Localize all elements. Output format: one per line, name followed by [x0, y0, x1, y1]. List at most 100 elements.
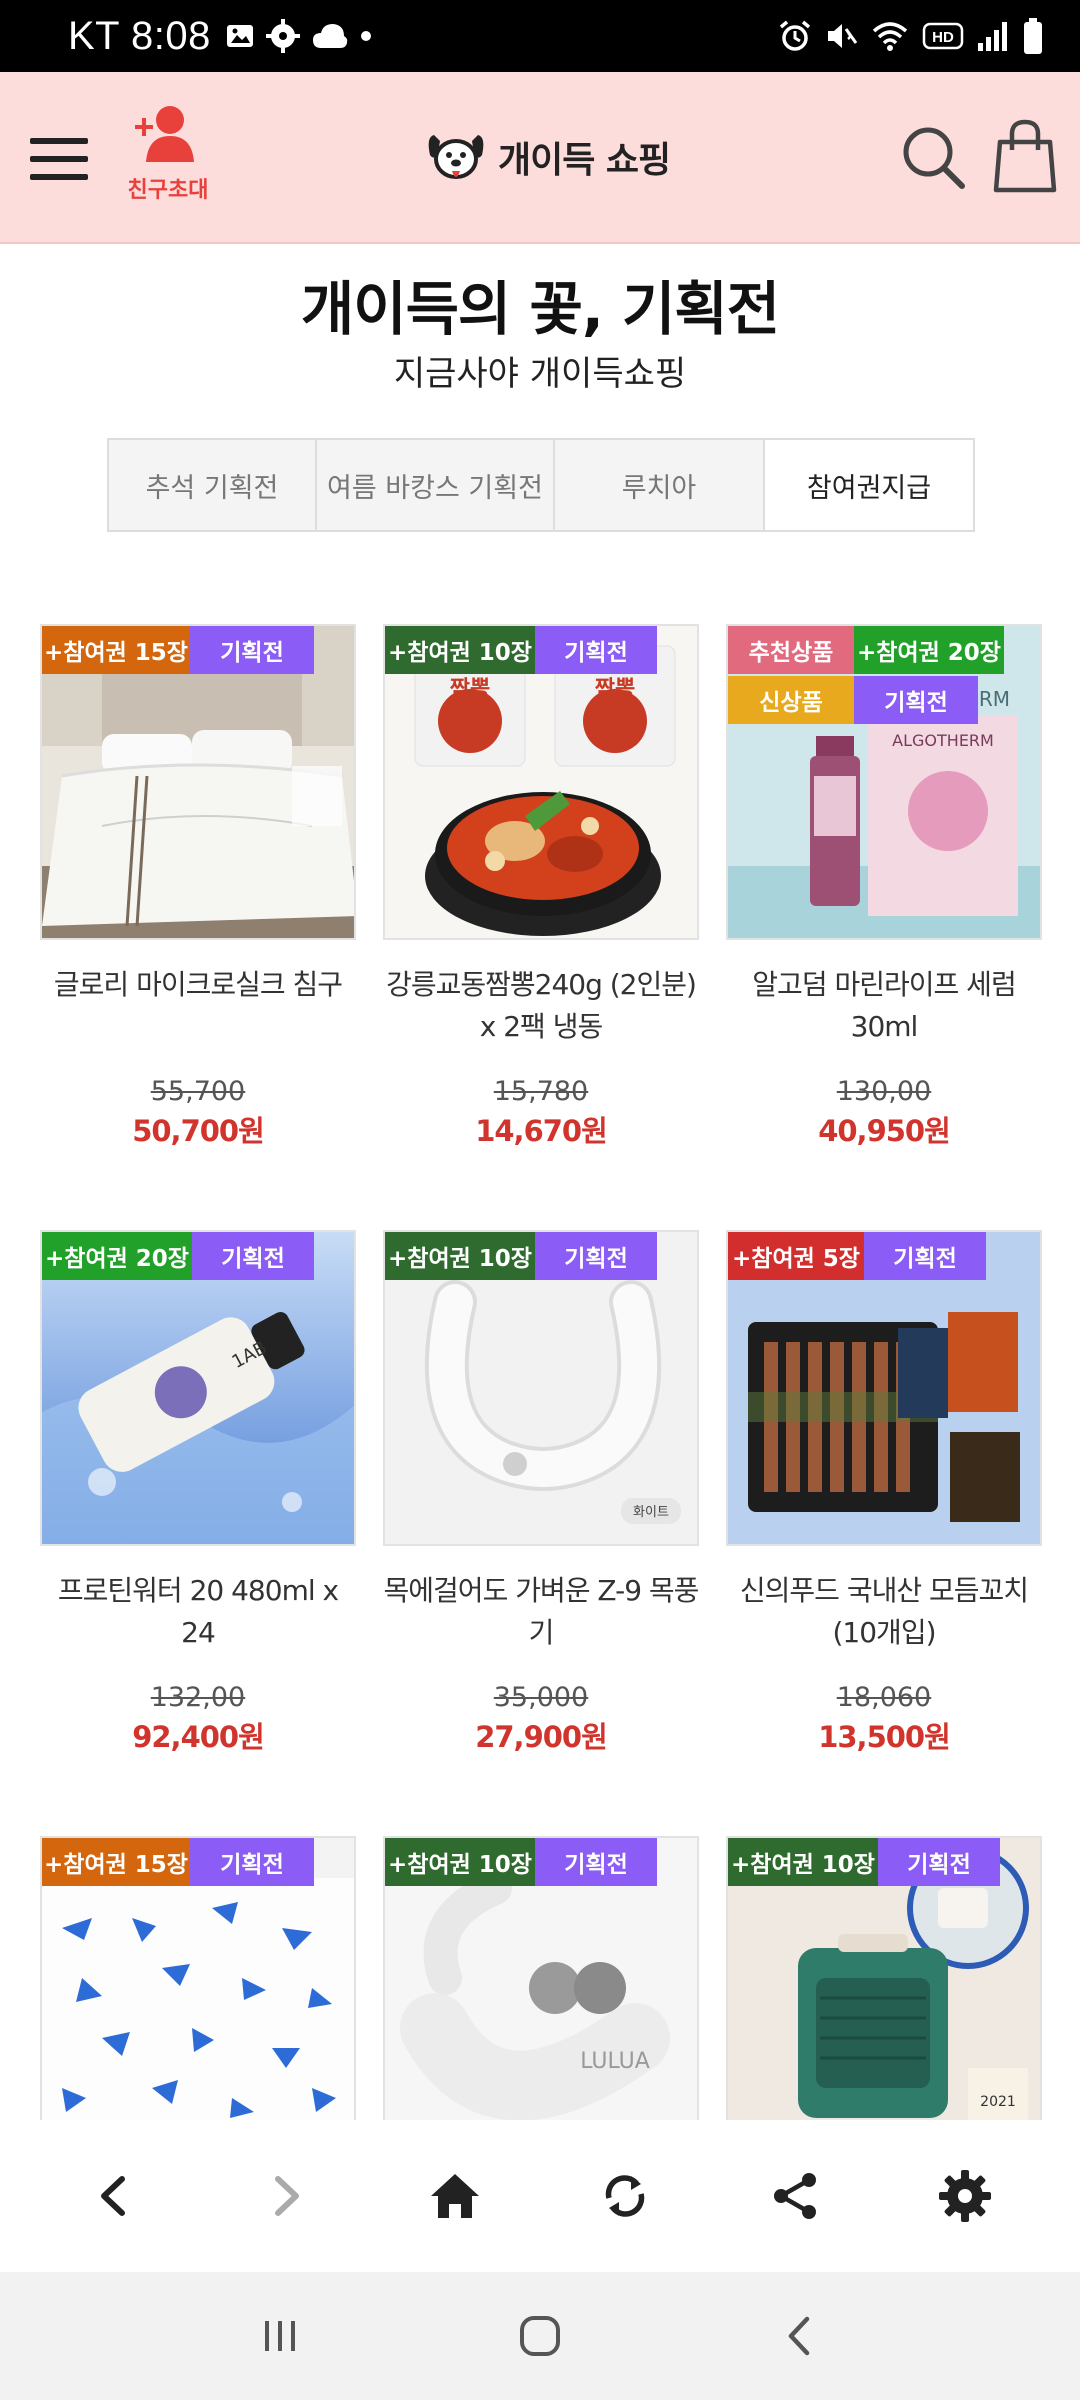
special-badge: 기획전	[192, 1232, 314, 1280]
product-name[interactable]: 글로리 마이크로실크 침구	[40, 964, 356, 1006]
product-original-price: 35,000	[493, 1682, 589, 1713]
badge-row-second: 신상품 기획전	[728, 676, 978, 724]
badge-row: +참여권 5장 기획전	[728, 1232, 986, 1280]
product-card-desk-cooler[interactable]: 2021 +참여권 10장 기획전	[726, 1836, 1042, 2120]
system-nav-bar	[0, 2272, 1080, 2400]
product-card-serum[interactable]: ALGOTHERM ERM 추천상품 +참여권 20장 신상품 기획전 알고덤 …	[726, 624, 1042, 1224]
recent-apps-button[interactable]	[235, 2291, 325, 2381]
product-price: 27,900원	[475, 1720, 608, 1754]
product-name[interactable]: 신의푸드 국내산 모듬꼬치 (10개입)	[726, 1570, 1042, 1654]
product-price: 40,950원	[818, 1114, 951, 1148]
product-image[interactable]: +참여권 5장 기획전	[726, 1230, 1042, 1546]
add-user-icon	[135, 106, 194, 162]
ticket-badge: +참여권 15장	[42, 1838, 190, 1886]
dog-logo-icon	[428, 135, 484, 179]
product-image[interactable]: 화이트 +참여권 10장 기획전	[383, 1230, 699, 1546]
badge-row: +참여권 10장 기획전	[728, 1838, 1000, 1886]
special-badge: 기획전	[190, 626, 314, 674]
svg-text:LULUA: LULUA	[580, 2049, 650, 2074]
cart-button[interactable]	[990, 118, 1060, 194]
product-card-protein-water[interactable]: 1AB +참여권 20장 기획전 프로틴워터 20 480ml x 24 132…	[40, 1230, 356, 1830]
home-system-button[interactable]	[495, 2291, 585, 2381]
forward-button[interactable]	[235, 2146, 335, 2246]
svg-text:짬뽕: 짬뽕	[450, 677, 490, 702]
share-icon	[774, 2173, 816, 2219]
product-name[interactable]: 알고덤 마린라이프 세럼 30ml	[726, 964, 1042, 1048]
tab-summer-vacation[interactable]: 여름 바캉스 기획전	[317, 440, 555, 530]
product-card-massager[interactable]: LULUA +참여권 10장 기획전	[383, 1836, 699, 2120]
menu-button[interactable]	[24, 124, 94, 194]
ticket-badge: +참여권 10장	[385, 626, 535, 674]
badge-row: +참여권 15장 기획전	[42, 626, 314, 674]
invite-friend-button[interactable]: 친구초대	[118, 102, 218, 222]
product-image[interactable]: +참여권 15장 기획전	[40, 624, 356, 940]
badge-row: +참여권 20장 기획전	[42, 1232, 314, 1280]
tab-ticket-reward[interactable]: 참여권지급	[765, 440, 973, 530]
search-button[interactable]	[898, 122, 968, 192]
special-badge: 기획전	[190, 1838, 314, 1886]
special-badge: 기획전	[535, 1838, 657, 1886]
special-badge: 기획전	[864, 1232, 986, 1280]
settings-button[interactable]	[915, 2146, 1015, 2246]
product-name[interactable]: 강릉교동짬뽕240g (2인분) x 2팩 냉동	[383, 964, 699, 1048]
home-icon	[431, 2174, 479, 2218]
tab-lucia[interactable]: 루치아	[555, 440, 765, 530]
product-card-bedding[interactable]: +참여권 15장 기획전 글로리 마이크로실크 침구 55,700 50,700…	[40, 624, 356, 1224]
product-original-price: 130,00	[836, 1076, 932, 1107]
hd-badge-icon: HD	[922, 22, 964, 50]
tab-chuseok[interactable]: 추석 기획전	[109, 440, 317, 530]
product-card-pattern-bedding[interactable]: +참여권 15장 기획전	[40, 1836, 356, 2120]
special-badge: 기획전	[854, 676, 978, 724]
svg-text:화이트: 화이트	[633, 1505, 669, 1520]
invite-label: 친구초대	[127, 178, 209, 203]
product-price: 14,670원	[475, 1114, 608, 1148]
product-image[interactable]: LULUA +참여권 10장 기획전	[383, 1836, 699, 2120]
back-system-button[interactable]	[755, 2291, 845, 2381]
product-card-neck-fan[interactable]: 화이트 +참여권 10장 기획전 목에걸어도 가벼운 Z-9 목풍기 35,00…	[383, 1230, 699, 1830]
badge-row: +참여권 15장 기획전	[42, 1838, 314, 1886]
badge-row: 추천상품 +참여권 20장	[728, 626, 1004, 674]
product-image[interactable]: +참여권 15장 기획전	[40, 1836, 356, 2120]
share-button[interactable]	[745, 2146, 845, 2246]
product-grid: +참여권 15장 기획전 글로리 마이크로실크 침구 55,700 50,700…	[40, 624, 1044, 2120]
product-image[interactable]: 1AB +참여권 20장 기획전	[40, 1230, 356, 1546]
chevron-right-icon	[275, 2176, 299, 2216]
svg-text:2021: 2021	[980, 2094, 1016, 2110]
product-name[interactable]: 목에걸어도 가벼운 Z-9 목풍기	[383, 1570, 700, 1654]
product-image[interactable]: 2021 +참여권 10장 기획전	[726, 1836, 1042, 2120]
product-image[interactable]: 짬뽕 짬뽕 +참여권 10장 기획전	[383, 624, 699, 940]
home-button[interactable]	[405, 2146, 505, 2246]
logo[interactable]: 개이득 쇼핑	[424, 122, 671, 192]
refresh-button[interactable]	[575, 2146, 675, 2246]
app-header: 친구초대 개이득 쇼핑	[0, 72, 1080, 244]
dot-icon	[360, 31, 371, 41]
shopping-bag-icon	[993, 119, 1057, 193]
back-button[interactable]	[65, 2146, 165, 2246]
special-badge: 기획전	[535, 1232, 657, 1280]
category-tabs: 추석 기획전 여름 바캉스 기획전 루치아 참여권지급	[107, 438, 975, 532]
product-name[interactable]: 프로틴워터 20 480ml x 24	[40, 1570, 356, 1654]
recent-apps-icon	[265, 2321, 295, 2351]
svg-text:짬뽕: 짬뽕	[595, 677, 635, 702]
product-card-jjamppong[interactable]: 짬뽕 짬뽕 +참여권 10장 기획전 강릉교동짬뽕240g (2인분) x 2팩…	[383, 624, 699, 1224]
product-price: 92,400원	[132, 1720, 265, 1754]
badge-row: +참여권 10장 기획전	[385, 626, 657, 674]
recommend-badge: 추천상품	[728, 626, 854, 674]
ticket-badge: +참여권 5장	[728, 1232, 864, 1280]
product-image[interactable]: ALGOTHERM ERM 추천상품 +참여권 20장 신상품 기획전	[726, 624, 1042, 940]
product-price: 50,700원	[132, 1114, 265, 1148]
product-original-price: 55,700	[150, 1076, 246, 1107]
settings-status-icon	[265, 19, 300, 53]
gear-icon	[939, 2170, 991, 2222]
alarm-icon	[779, 20, 811, 51]
product-card-skewers[interactable]: +참여권 5장 기획전 신의푸드 국내산 모듬꼬치 (10개입) 18,060 …	[726, 1230, 1042, 1830]
hamburger-icon	[30, 138, 88, 180]
ticket-badge: +참여권 10장	[728, 1838, 878, 1886]
page-subtitle: 지금사야 개이득쇼핑	[393, 354, 687, 394]
signal-icon	[978, 22, 1007, 51]
chevron-left-icon	[101, 2176, 125, 2216]
ticket-badge: +참여권 15장	[42, 626, 190, 674]
ticket-badge: +참여권 20장	[42, 1232, 192, 1280]
status-time: KT 8:08	[68, 13, 211, 58]
badge-row: +참여권 10장 기획전	[385, 1232, 657, 1280]
